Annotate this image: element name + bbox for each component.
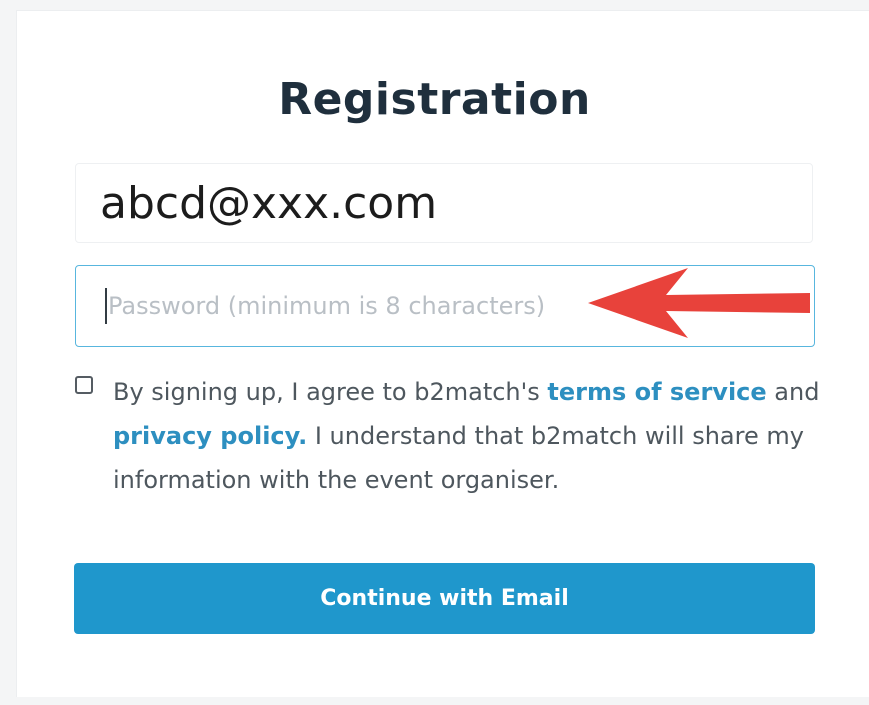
- continue-with-email-button[interactable]: Continue with Email: [74, 563, 815, 634]
- text-caret: [105, 288, 107, 324]
- agreement-text-middle: and: [766, 378, 820, 406]
- privacy-policy-link[interactable]: privacy policy.: [113, 422, 307, 450]
- agreement-text-before: By signing up, I agree to b2match's: [113, 378, 548, 406]
- page-title: Registration: [278, 74, 591, 125]
- agreement-text: By signing up, I agree to b2match's term…: [113, 370, 835, 502]
- email-field[interactable]: [75, 163, 813, 243]
- agree-checkbox[interactable]: [75, 376, 93, 394]
- red-arrow-left-icon: [588, 268, 810, 338]
- terms-of-service-link[interactable]: terms of service: [547, 378, 766, 406]
